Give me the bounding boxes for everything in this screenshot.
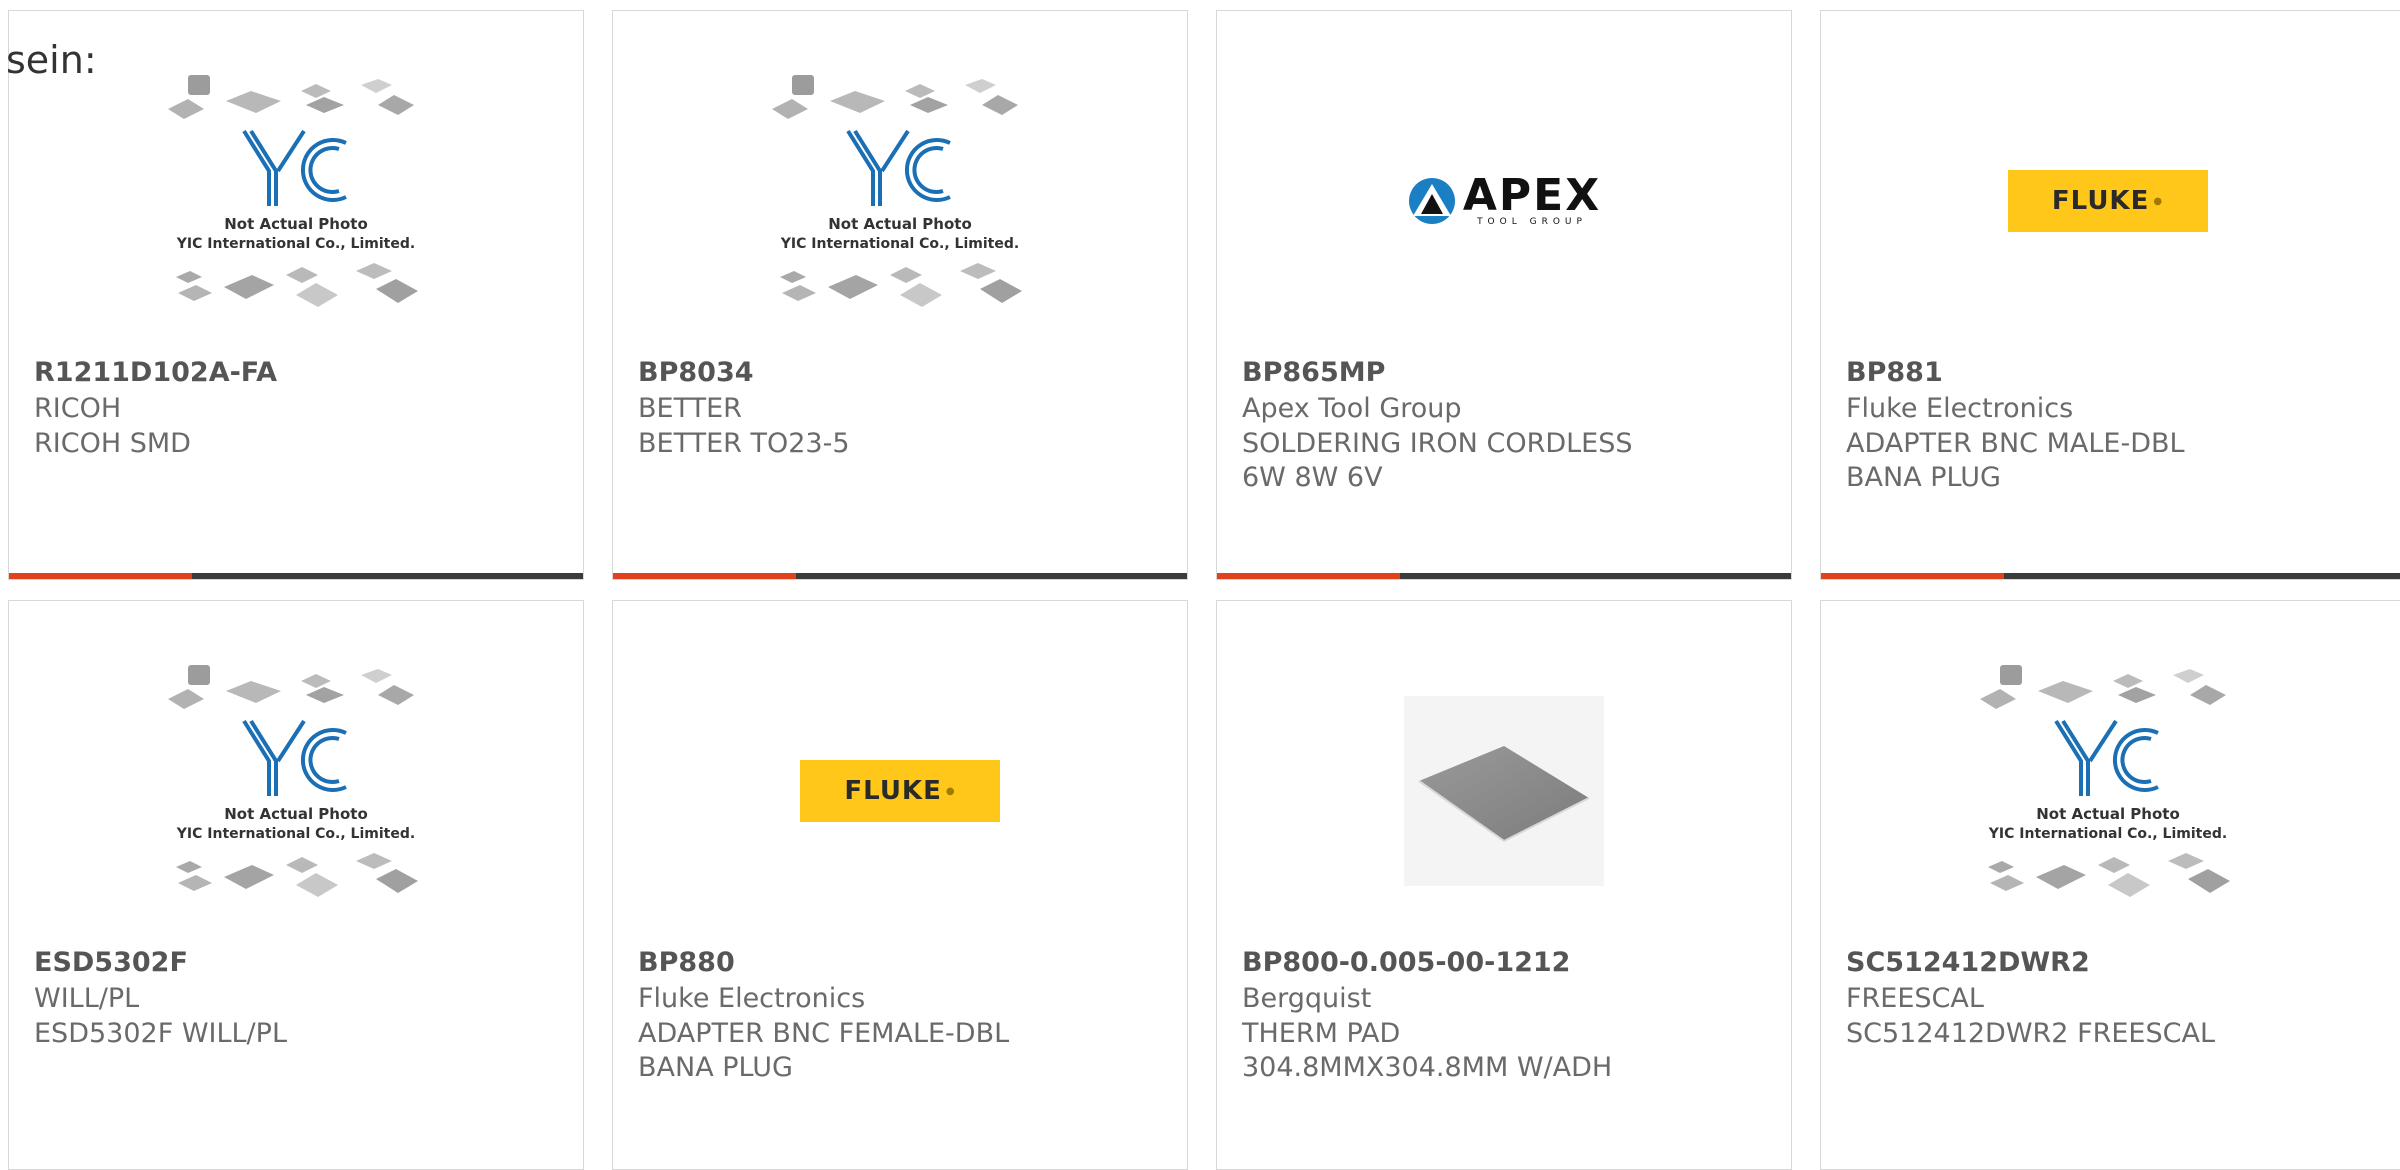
product-image[interactable]: Not Actual Photo YIC International Co., … — [9, 51, 583, 351]
apex-logo-text: APEX — [1462, 170, 1602, 221]
yic-placeholder-image: Not Actual Photo YIC International Co., … — [168, 75, 418, 307]
product-image[interactable]: Not Actual Photo YIC International Co., … — [9, 641, 583, 941]
not-actual-photo-text: Not Actual Photo — [828, 215, 972, 233]
apex-logo: APEX TOOL GROUP — [1407, 170, 1602, 227]
card-bottom-bar — [9, 573, 583, 579]
product-card[interactable]: Not Actual Photo YIC International Co., … — [612, 10, 1188, 580]
part-number[interactable]: BP865MP — [1242, 357, 1385, 388]
card-accent-bar — [1217, 573, 1400, 579]
card-accent-bar — [9, 573, 192, 579]
yic-company-text: YIC International Co., Limited. — [176, 236, 415, 252]
product-card[interactable]: Not Actual Photo YIC International Co., … — [8, 600, 584, 1170]
product-image[interactable] — [1217, 641, 1791, 941]
card-bottom-bar — [613, 573, 1187, 579]
description: SOLDERING IRON CORDLESS 6W 8W 6V — [1242, 428, 1633, 493]
manufacturer: BETTER — [638, 393, 742, 424]
not-actual-photo-text: Not Actual Photo — [2036, 805, 2180, 823]
registered-mark-icon: ● — [2153, 195, 2164, 207]
description: BETTER TO23-5 — [638, 428, 850, 459]
intro-text: sein: — [6, 38, 97, 82]
product-image[interactable]: Not Actual Photo YIC International Co., … — [613, 51, 1187, 351]
description: SC512412DWR2 FREESCAL — [1846, 1018, 2215, 1049]
product-grid: Not Actual Photo YIC International Co., … — [0, 0, 2400, 1170]
manufacturer: RICOH — [34, 393, 122, 424]
thermal-pad-icon — [1418, 746, 1590, 843]
apex-logo-icon — [1408, 178, 1455, 224]
product-card[interactable]: FLUKE ● BP880 Fluke Electronics ADAPTER B… — [612, 600, 1188, 1170]
manufacturer: WILL/PL — [34, 983, 140, 1014]
part-number[interactable]: BP800-0.005-00-1212 — [1242, 947, 1570, 978]
manufacturer: Apex Tool Group — [1242, 393, 1462, 424]
part-number[interactable]: BP880 — [638, 947, 735, 978]
yic-placeholder-image: Not Actual Photo YIC International Co., … — [1979, 665, 2230, 897]
fluke-logo-text: FLUKE — [844, 776, 942, 806]
description: THERM PAD 304.8MMX304.8MM W/ADH — [1242, 1018, 1613, 1083]
yic-company-text: YIC International Co., Limited. — [780, 236, 1019, 252]
part-number[interactable]: ESD5302F — [34, 947, 188, 978]
description: ADAPTER BNC MALE-DBL BANA PLUG — [1846, 428, 2185, 493]
product-image[interactable]: FLUKE ● — [613, 641, 1187, 941]
yic-company-text: YIC International Co., Limited. — [1987, 826, 2226, 842]
description: ADAPTER BNC FEMALE-DBL BANA PLUG — [638, 1018, 1010, 1083]
product-card[interactable]: Not Actual Photo YIC International Co., … — [8, 10, 584, 580]
card-accent-bar — [613, 573, 796, 579]
yic-placeholder-image: Not Actual Photo YIC International Co., … — [772, 75, 1022, 307]
description: ESD5302F WILL/PL — [34, 1018, 287, 1049]
product-card[interactable]: Not Actual Photo YIC International Co., … — [1820, 600, 2400, 1170]
manufacturer: Fluke Electronics — [1846, 393, 2074, 424]
manufacturer: FREESCAL — [1846, 983, 1984, 1014]
manufacturer: Fluke Electronics — [638, 983, 866, 1014]
product-card[interactable]: BP800-0.005-00-1212 Bergquist THERM PAD … — [1216, 600, 1792, 1170]
not-actual-photo-text: Not Actual Photo — [224, 215, 368, 233]
product-image[interactable]: FLUKE ● — [1821, 51, 2394, 351]
apex-logo-subtext: TOOL GROUP — [1477, 217, 1587, 227]
product-card[interactable]: FLUKE ● BP881 Fluke Electronics ADAPTER B… — [1820, 10, 2400, 580]
registered-mark-icon: ● — [945, 785, 956, 797]
manufacturer: Bergquist — [1242, 983, 1372, 1014]
part-number[interactable]: BP8034 — [638, 357, 754, 388]
part-number[interactable]: BP881 — [1846, 357, 1943, 388]
part-number[interactable]: SC512412DWR2 — [1846, 947, 2090, 978]
thermal-pad-image — [1404, 696, 1604, 886]
fluke-logo: FLUKE ● — [2007, 170, 2208, 232]
fluke-logo-text: FLUKE — [2051, 186, 2150, 216]
not-actual-photo-text: Not Actual Photo — [224, 805, 368, 823]
card-bottom-bar — [1217, 573, 1791, 579]
card-accent-bar — [1821, 573, 2004, 579]
fluke-logo: FLUKE ● — [800, 760, 1000, 822]
description: RICOH SMD — [34, 428, 191, 459]
card-bottom-bar — [1821, 573, 2400, 579]
yic-company-text: YIC International Co., Limited. — [176, 826, 415, 842]
part-number[interactable]: R1211D102A-FA — [34, 357, 277, 388]
product-image[interactable]: APEX TOOL GROUP — [1217, 51, 1791, 351]
product-card[interactable]: APEX TOOL GROUP BP865MP Apex Tool Group … — [1216, 10, 1792, 580]
product-image[interactable]: Not Actual Photo YIC International Co., … — [1821, 641, 2394, 941]
yic-placeholder-image: Not Actual Photo YIC International Co., … — [168, 665, 418, 897]
